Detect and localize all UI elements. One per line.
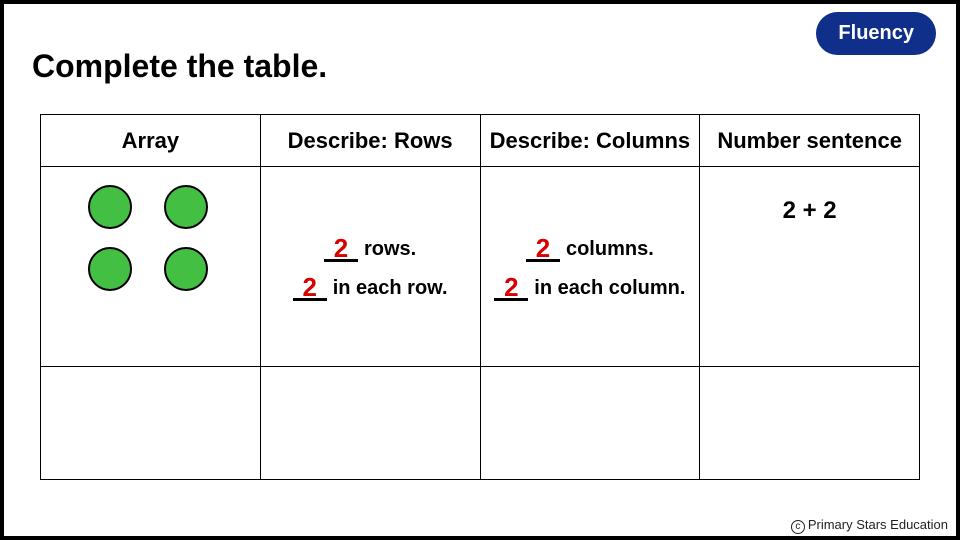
cell-empty xyxy=(700,367,920,480)
blank-in-each-row[interactable]: 2 xyxy=(293,272,327,301)
cell-describe-rows: 2 rows. 2 in each row. xyxy=(260,167,480,367)
array-dot xyxy=(164,247,208,291)
cell-array xyxy=(41,167,261,367)
cell-describe-columns: 2 columns. 2 in each column. xyxy=(480,167,700,367)
rows-count-line: 2 rows. xyxy=(261,233,480,262)
footer-text: Primary Stars Education xyxy=(808,517,948,532)
copyright-icon: c xyxy=(791,520,805,534)
array-dot xyxy=(88,247,132,291)
cell-empty xyxy=(260,367,480,480)
array-dot xyxy=(88,185,132,229)
answer-cols-count: 2 xyxy=(536,233,550,263)
worksheet-table: Array Describe: Rows Describe: Columns N… xyxy=(40,114,920,480)
answer-rows-count: 2 xyxy=(334,233,348,263)
slide-stage: Fluency Complete the table. Array Descri… xyxy=(0,0,960,540)
cell-empty xyxy=(41,367,261,480)
answer-in-each-row: 2 xyxy=(302,272,316,302)
cell-empty xyxy=(480,367,700,480)
in-each-row-label: in each row. xyxy=(333,277,448,300)
number-sentence: 2 + 2 xyxy=(700,197,919,225)
footer-credit: cPrimary Stars Education xyxy=(791,517,948,534)
header-columns: Describe: Columns xyxy=(480,115,700,167)
title-text: Complete the table. xyxy=(32,48,327,84)
header-array: Array xyxy=(41,115,261,167)
in-each-col-line: 2 in each column. xyxy=(481,272,700,301)
table-header-row: Array Describe: Rows Describe: Columns N… xyxy=(41,115,920,167)
worksheet-table-wrap: Array Describe: Rows Describe: Columns N… xyxy=(40,114,920,480)
header-sentence: Number sentence xyxy=(700,115,920,167)
header-rows: Describe: Rows xyxy=(260,115,480,167)
in-each-col-label: in each column. xyxy=(534,277,685,300)
table-row: 2 rows. 2 in each row. xyxy=(41,167,920,367)
rows-label: rows. xyxy=(364,238,416,261)
cell-number-sentence: 2 + 2 xyxy=(700,167,920,367)
cols-count-line: 2 columns. xyxy=(481,233,700,262)
cols-label: columns. xyxy=(566,238,654,261)
in-each-row-line: 2 in each row. xyxy=(261,272,480,301)
dot-array-2x2 xyxy=(88,185,212,295)
array-dot xyxy=(164,185,208,229)
instruction-title: Complete the table. xyxy=(32,48,327,85)
blank-cols-count[interactable]: 2 xyxy=(526,233,560,262)
fluency-badge: Fluency xyxy=(816,12,936,55)
answer-in-each-col: 2 xyxy=(504,272,518,302)
blank-in-each-col[interactable]: 2 xyxy=(494,272,528,301)
blank-rows-count[interactable]: 2 xyxy=(324,233,358,262)
table-row xyxy=(41,367,920,480)
